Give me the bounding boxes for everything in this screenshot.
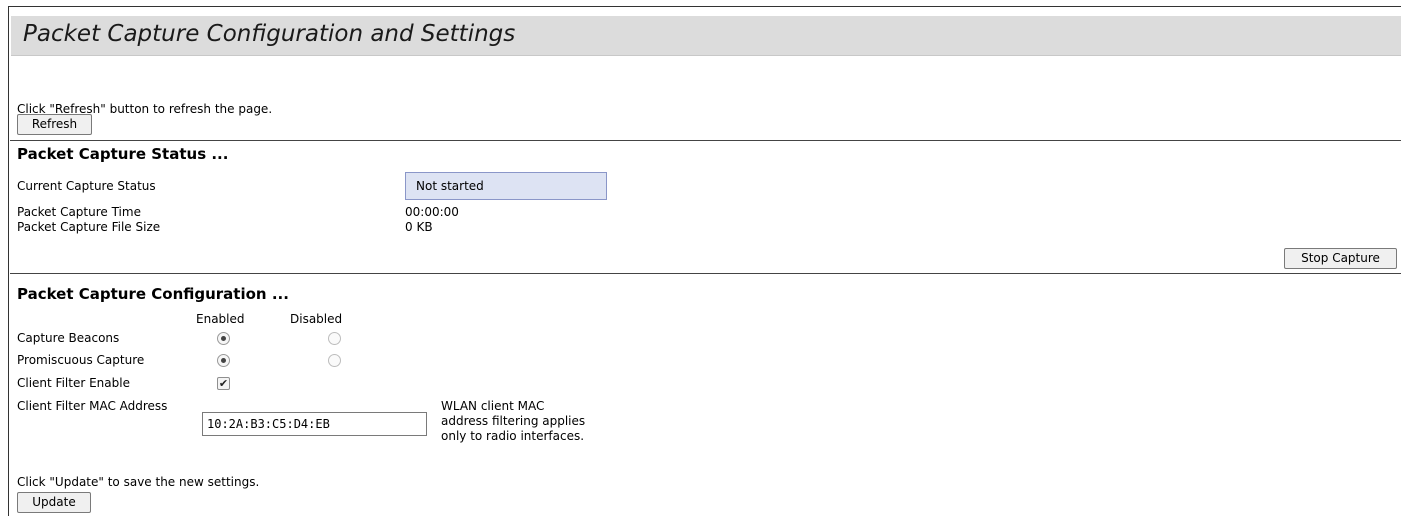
page-title-bar: Packet Capture Configuration and Setting… [11, 16, 1401, 56]
status-section-title: Packet Capture Status ... [17, 145, 229, 163]
capture-beacons-label: Capture Beacons [17, 331, 120, 345]
packet-capture-time-value: 00:00:00 [405, 205, 459, 219]
page-frame-left-border [8, 6, 9, 516]
client-filter-mac-note-line-2: address filtering applies [441, 414, 586, 428]
client-filter-mac-label: Client Filter MAC Address [17, 399, 168, 413]
section-divider-middle [10, 273, 1401, 274]
packet-capture-file-size-value: 0 KB [405, 220, 433, 234]
current-capture-status-label: Current Capture Status [17, 179, 156, 193]
client-filter-mac-note-line-3: only to radio interfaces. [441, 429, 585, 443]
update-button[interactable]: Update [17, 492, 91, 513]
client-filter-enable-checkbox[interactable]: ✔ [217, 377, 230, 390]
client-filter-enable-label: Client Filter Enable [17, 376, 130, 390]
page-title: Packet Capture Configuration and Setting… [23, 21, 516, 47]
stop-capture-button[interactable]: Stop Capture [1284, 248, 1397, 269]
section-divider-top [10, 140, 1401, 141]
config-section-title: Packet Capture Configuration ... [17, 285, 289, 303]
capture-beacons-disabled-radio[interactable] [328, 332, 341, 345]
enabled-column-header: Enabled [196, 312, 245, 326]
check-mark-icon: ✔ [218, 377, 229, 390]
client-filter-mac-note-line-1: WLAN client MAC [441, 399, 545, 413]
current-capture-status-value: Not started [405, 172, 607, 200]
disabled-column-header: Disabled [290, 312, 343, 326]
capture-beacons-enabled-radio[interactable] [217, 332, 230, 345]
page-frame-top-border [8, 6, 1401, 7]
packet-capture-time-label: Packet Capture Time [17, 205, 141, 219]
promiscuous-capture-disabled-radio[interactable] [328, 354, 341, 367]
packet-capture-file-size-label: Packet Capture File Size [17, 220, 161, 234]
promiscuous-capture-label: Promiscuous Capture [17, 353, 145, 367]
client-filter-mac-input[interactable] [202, 412, 427, 436]
refresh-button[interactable]: Refresh [17, 114, 92, 135]
promiscuous-capture-enabled-radio[interactable] [217, 354, 230, 367]
update-hint: Click "Update" to save the new settings. [17, 475, 260, 489]
